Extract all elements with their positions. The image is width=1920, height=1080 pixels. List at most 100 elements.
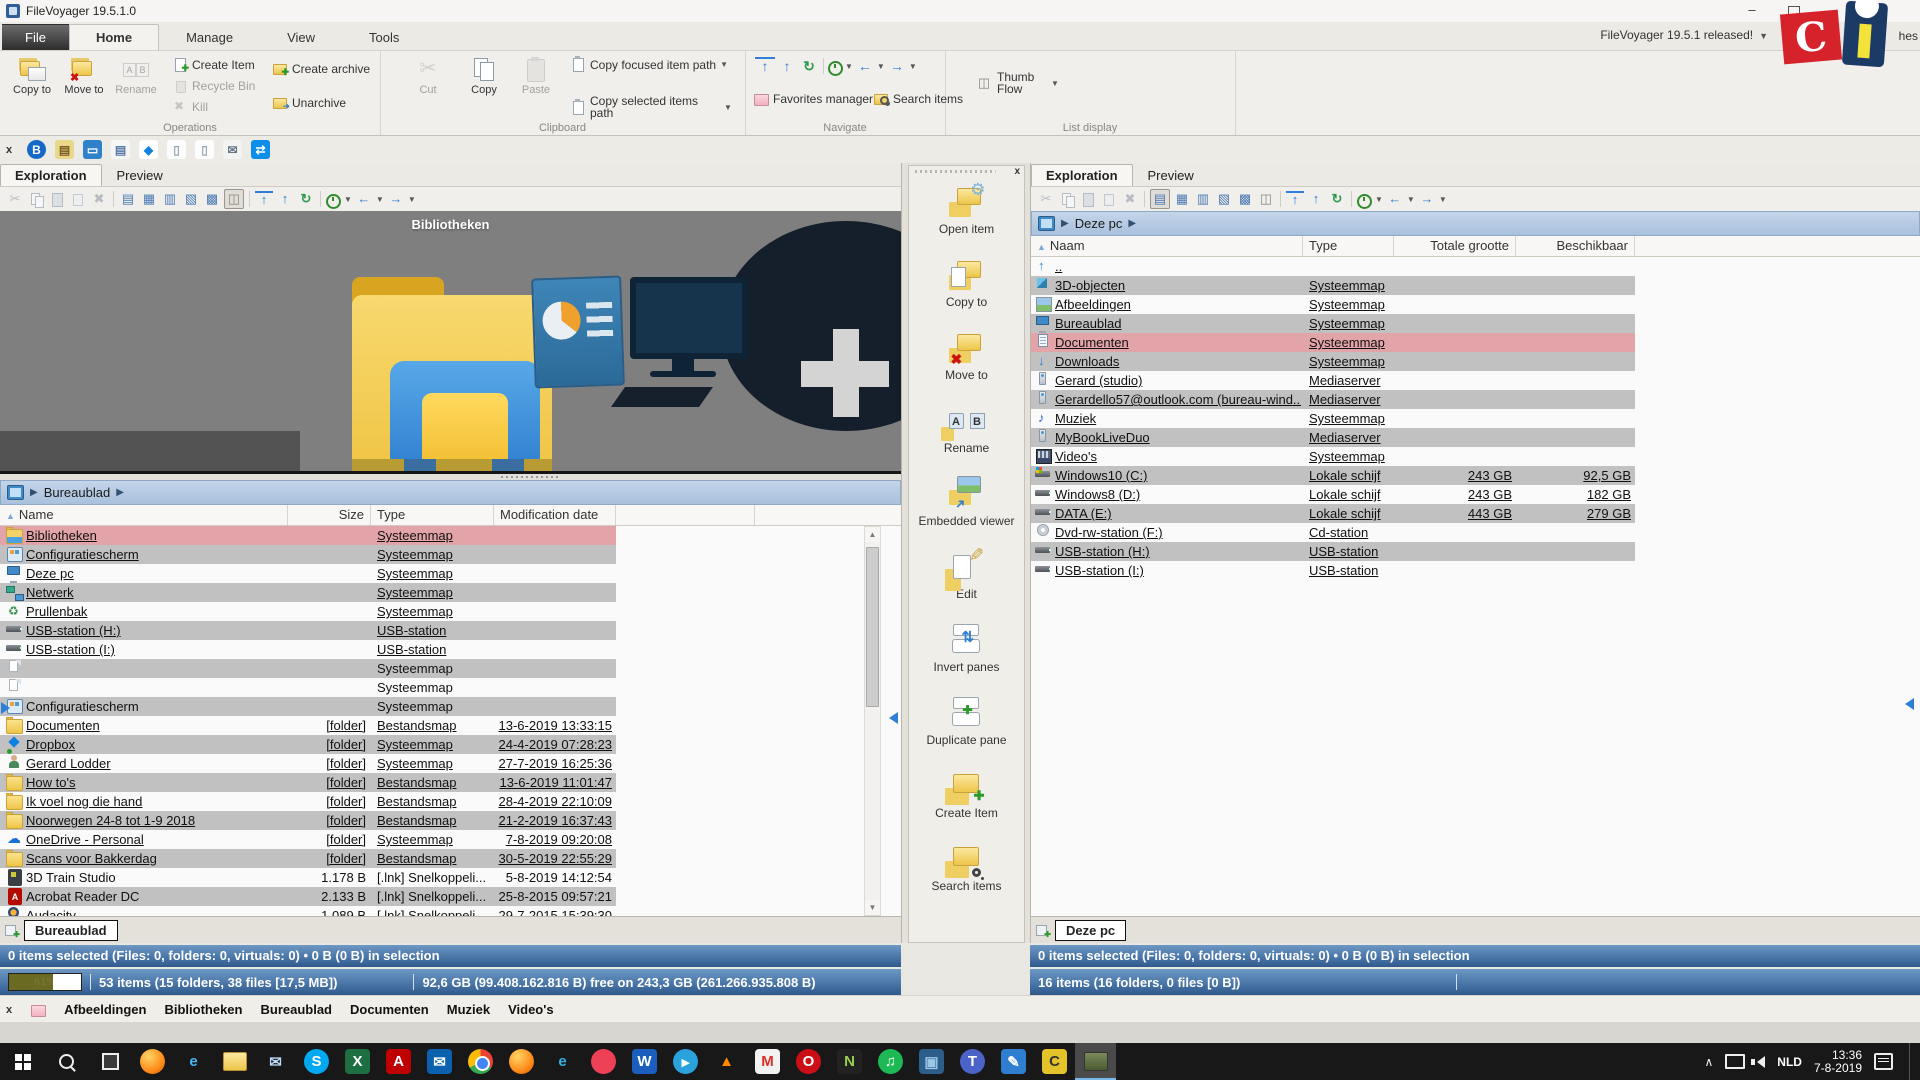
close-icon[interactable]: x xyxy=(1014,166,1020,177)
show-desktop-button[interactable] xyxy=(1909,1043,1916,1080)
table-row[interactable]: USB-station (I:) USB-station xyxy=(0,640,616,659)
table-row[interactable]: Dvd-rw-station (F:) Cd-station xyxy=(1031,523,1635,542)
ribbon-tab[interactable]: View xyxy=(260,24,342,50)
table-row[interactable]: Netwerk Systeemmap xyxy=(0,583,616,602)
middle-toolbar-button[interactable]: Copy to xyxy=(909,255,1024,324)
pane-tab[interactable]: Exploration xyxy=(0,164,102,186)
teamviewer[interactable]: ⇄ xyxy=(251,140,270,159)
horizontal-splitter[interactable] xyxy=(0,474,901,480)
view-thumbnails-icon[interactable] xyxy=(1236,190,1254,208)
skype[interactable]: S xyxy=(296,1043,337,1080)
thumb-flow-button[interactable]: Thumb Flow ▼ xyxy=(975,71,1059,95)
table-row[interactable]: Acrobat Reader DC 2.133 B [.lnk] Snelkop… xyxy=(0,887,616,906)
table-row[interactable]: Downloads Systeemmap xyxy=(1031,352,1635,371)
pane-tab[interactable]: Exploration xyxy=(1031,164,1133,186)
action-center-icon[interactable] xyxy=(1874,1053,1893,1070)
table-row[interactable]: Afbeeldingen Systeemmap xyxy=(1031,295,1635,314)
column-header-naam[interactable]: ▲Naam xyxy=(1031,236,1303,256)
ribbon-tab[interactable]: Home xyxy=(69,24,159,50)
copy-focused-path-button[interactable]: Copy focused item path ▼ xyxy=(570,57,738,72)
unarchive-button[interactable]: Unarchive xyxy=(272,95,346,110)
pane-tab[interactable]: Preview xyxy=(1133,164,1209,186)
favorite-link[interactable]: Video's xyxy=(508,1002,553,1017)
acrobat-reader[interactable]: A xyxy=(378,1043,419,1080)
close-icon[interactable]: x xyxy=(6,144,18,156)
table-row[interactable]: Video's Systeemmap xyxy=(1031,447,1635,466)
minimize-button[interactable]: – xyxy=(1742,3,1762,19)
teams[interactable]: T xyxy=(952,1043,993,1080)
table-row[interactable]: Bibliotheken Systeemmap xyxy=(0,526,616,545)
cut-icon[interactable] xyxy=(6,190,24,208)
language-indicator[interactable]: NLD xyxy=(1777,1055,1802,1069)
middle-toolbar-button[interactable]: Create Item xyxy=(909,766,1024,835)
table-row[interactable]: Muziek Systeemmap xyxy=(1031,409,1635,428)
table-row[interactable]: Prullenbak Systeemmap xyxy=(0,602,616,621)
middle-toolbar-button[interactable]: Invert panes xyxy=(909,620,1024,689)
move-to-button[interactable]: Move to xyxy=(58,55,110,96)
go-up-icon[interactable]: ↑ xyxy=(777,57,797,75)
ribbon-tab[interactable]: Manage xyxy=(159,24,260,50)
rename-icon[interactable] xyxy=(1100,190,1118,208)
mail[interactable]: ✉ xyxy=(255,1043,296,1080)
start-button[interactable] xyxy=(0,1043,44,1080)
pane-tab[interactable]: Preview xyxy=(102,164,178,186)
refresh-icon[interactable]: ↻ xyxy=(799,57,819,75)
excel[interactable]: X xyxy=(337,1043,378,1080)
middle-toolbar-button[interactable]: Search items xyxy=(909,839,1024,908)
create-item-button[interactable]: Create Item xyxy=(172,57,255,72)
firefox[interactable] xyxy=(132,1043,173,1080)
column-header-free[interactable]: Beschikbaar xyxy=(1516,236,1635,256)
network-icon[interactable] xyxy=(1725,1054,1745,1069)
spotify[interactable]: ♫ xyxy=(870,1043,911,1080)
kill-button[interactable]: Kill xyxy=(172,99,208,114)
column-header-total[interactable]: Totale grootte xyxy=(1394,236,1516,256)
table-row[interactable]: Configuratiescherm Systeemmap xyxy=(0,697,616,716)
winrar-archive[interactable]: ▤ xyxy=(55,140,74,159)
table-row[interactable]: USB-station (I:) USB-station xyxy=(1031,561,1635,580)
table-row[interactable]: Dropbox [folder] Systeemmap 24-4-2019 07… xyxy=(0,735,616,754)
column-header-date[interactable]: Modification date xyxy=(494,505,616,525)
bluetooth[interactable]: B xyxy=(27,140,46,159)
table-row[interactable]: Gerardello57@outlook.com (bureau-wind...… xyxy=(1031,390,1635,409)
vertical-scrollbar[interactable]: ▲ ▼ xyxy=(864,526,881,916)
task-view-icon[interactable] xyxy=(88,1043,132,1080)
table-row[interactable]: MyBookLiveDuo Mediaserver xyxy=(1031,428,1635,447)
table-row[interactable]: Noorwegen 24-8 tot 1-9 2018 [folder] Bes… xyxy=(0,811,616,830)
table-row[interactable]: Windows10 (C:) Lokale schijf 243 GB 92,5… xyxy=(1031,466,1635,485)
go-top-icon[interactable] xyxy=(255,191,273,208)
refresh-icon[interactable] xyxy=(297,190,315,208)
edge[interactable]: e xyxy=(542,1043,583,1080)
view-grid-icon[interactable] xyxy=(1194,190,1212,208)
opera[interactable]: O xyxy=(788,1043,829,1080)
left-breadcrumb[interactable]: ▶ Bureaublad ▶ xyxy=(0,480,901,505)
volume-icon[interactable] xyxy=(1757,1056,1765,1068)
notepad-plus[interactable]: N xyxy=(829,1043,870,1080)
chrome[interactable] xyxy=(460,1043,501,1080)
rename-icon[interactable] xyxy=(69,190,87,208)
favorite-link[interactable]: Bureaublad xyxy=(260,1002,332,1017)
view-tiles-icon[interactable] xyxy=(1215,190,1233,208)
column-header-name[interactable]: ▲Name xyxy=(0,505,288,525)
table-row[interactable]: Systeemmap xyxy=(0,659,616,678)
search-icon[interactable] xyxy=(44,1043,88,1080)
view-grid-icon[interactable] xyxy=(161,190,179,208)
copy-button[interactable]: Copy xyxy=(458,55,510,96)
refresh-icon[interactable] xyxy=(1328,190,1346,208)
paste-icon[interactable] xyxy=(48,190,66,208)
maximize-button[interactable] xyxy=(1788,6,1800,17)
file-explorer[interactable] xyxy=(214,1043,255,1080)
table-row[interactable]: OneDrive - Personal [folder] Systeemmap … xyxy=(0,830,616,849)
firefox-2[interactable] xyxy=(501,1043,542,1080)
column-header-type[interactable]: Type xyxy=(1303,236,1394,256)
table-row[interactable]: Audacity 1.089 B [.lnk] Snelkoppeli... 2… xyxy=(0,906,616,916)
paste-icon[interactable] xyxy=(1079,190,1097,208)
column-header-type[interactable]: Type xyxy=(371,505,494,525)
middle-toolbar-button[interactable]: Move to xyxy=(909,328,1024,397)
table-row[interactable]: Bureaublad Systeemmap xyxy=(1031,314,1635,333)
cut-button[interactable]: Cut xyxy=(402,55,454,96)
left-folder-tab[interactable]: Bureaublad xyxy=(24,920,118,941)
cleaner[interactable]: C xyxy=(1034,1043,1075,1080)
remote-desktop[interactable]: ▭ xyxy=(83,140,102,159)
back-icon[interactable] xyxy=(1386,190,1404,208)
table-row[interactable]: Gerard Lodder [folder] Systeemmap 27-7-2… xyxy=(0,754,616,773)
